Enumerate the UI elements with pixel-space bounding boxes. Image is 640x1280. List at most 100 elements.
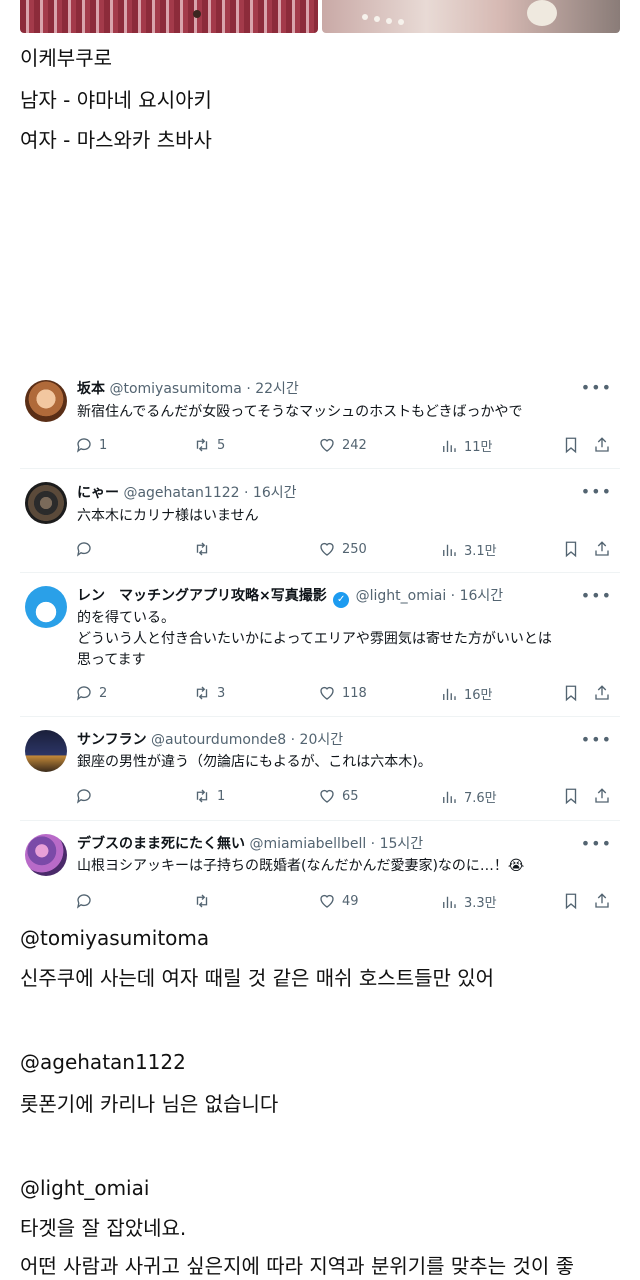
reply-icon (76, 686, 91, 701)
tweet-author-name[interactable]: 坂本 (77, 381, 105, 397)
reply-button[interactable] (75, 892, 99, 910)
tweet-time[interactable]: 22시간 (255, 381, 299, 397)
tweet-author-name[interactable]: デブスのまま死にたく無い (77, 836, 245, 852)
tweet-handle[interactable]: @miamiabellbell (249, 836, 366, 852)
share-button[interactable] (593, 787, 611, 805)
retweet-button[interactable]: 1 (193, 787, 225, 805)
like-button[interactable]: 65 (318, 787, 359, 805)
retweet-button[interactable]: 5 (193, 436, 225, 454)
more-options-icon[interactable]: ••• (581, 378, 612, 397)
reply-button[interactable] (75, 787, 99, 805)
tweet[interactable]: にゃー @agehatan1122 · 16시간 ••• 六本木にカリナ様はいま… (20, 470, 620, 573)
like-button[interactable]: 250 (318, 540, 367, 558)
heart-icon (320, 542, 334, 556)
reply-count: 2 (99, 685, 108, 701)
views-button[interactable]: 16만 (440, 684, 493, 703)
retweet-icon (196, 542, 208, 556)
night-tower-avatar[interactable] (25, 730, 67, 772)
tweet-author-name[interactable]: サンフラン (77, 732, 147, 748)
tweet-time[interactable]: 16시간 (460, 588, 504, 604)
translation-line: 타겟을 잘 잡았네요. (20, 1216, 187, 1240)
retweet-icon (196, 686, 208, 700)
views-button[interactable]: 3.1만 (440, 540, 497, 559)
more-options-icon[interactable]: ••• (581, 730, 612, 749)
retweet-count: 5 (217, 437, 226, 453)
retweet-button[interactable] (193, 540, 217, 558)
reply-icon (76, 789, 91, 804)
share-icon (595, 893, 609, 908)
like-count: 118 (342, 685, 367, 701)
translation-handle: @tomiyasumitoma (20, 926, 210, 950)
tweet-time[interactable]: 16시간 (253, 485, 297, 501)
tweet-actions: 1 5 242 11만 (75, 436, 615, 458)
screaming-face-avatar[interactable] (25, 380, 67, 422)
tweet-handle[interactable]: @tomiyasumitoma (109, 381, 241, 397)
tweet-actions: 250 3.1만 (75, 540, 615, 562)
tweet[interactable]: デブスのまま死にたく無い @miamiabellbell · 15시간 ••• … (20, 822, 620, 912)
share-button[interactable] (593, 436, 611, 454)
like-button[interactable]: 118 (318, 684, 367, 702)
photo-striped-suit (20, 0, 318, 33)
post-line-3: 여자 - 마스와카 츠바사 (20, 128, 212, 152)
dark-pattern-avatar[interactable] (25, 482, 67, 524)
views-chart-icon (443, 896, 456, 908)
photo-pearls-rose (322, 0, 620, 33)
retweet-button[interactable]: 3 (193, 684, 225, 702)
doraemon-avatar[interactable] (25, 586, 67, 628)
view-count: 3.3만 (464, 896, 497, 911)
bookmark-button[interactable] (562, 787, 580, 805)
bookmark-button[interactable] (562, 540, 580, 558)
share-icon (595, 437, 609, 452)
tweet-author-name[interactable]: レン マッチングアプリ攻略×写真撮影 (77, 588, 327, 604)
retweet-button[interactable] (193, 892, 217, 910)
like-button[interactable]: 49 (318, 892, 359, 910)
tweet-time[interactable]: 15시간 (380, 836, 424, 852)
tweet-text: 山根ヨシアッキーは子持ちの既婚者(なんだかんだ愛妻家)なのに…！😭 (77, 858, 525, 874)
share-button[interactable] (593, 540, 611, 558)
tweet-text: 的を得ている。 どういう人と付き合いたいかによってエリアや雰囲気は寄せた方がいい… (77, 610, 552, 668)
tweet[interactable]: レン マッチングアプリ攻略×写真撮影 ✓ @light_omiai · 16시간… (20, 574, 620, 717)
reply-button[interactable]: 2 (75, 684, 107, 702)
flower-bouquet-avatar[interactable] (25, 834, 67, 876)
like-count: 242 (342, 437, 367, 453)
bookmark-button[interactable] (562, 892, 580, 910)
more-options-icon[interactable]: ••• (581, 586, 612, 605)
like-button[interactable]: 242 (318, 436, 367, 454)
tweet-author-name[interactable]: にゃー (77, 485, 119, 501)
views-button[interactable]: 11만 (440, 436, 493, 455)
view-count: 3.1만 (464, 544, 497, 559)
share-icon (595, 685, 609, 700)
tweet-text: 新宿住んでるんだが女殴ってそうなマッシュのホストもどきばっかやで (77, 404, 523, 420)
share-button[interactable] (593, 892, 611, 910)
reply-count: 1 (99, 437, 108, 453)
bookmark-button[interactable] (562, 684, 580, 702)
share-button[interactable] (593, 684, 611, 702)
retweet-icon (196, 789, 208, 803)
more-options-icon[interactable]: ••• (581, 834, 612, 853)
reply-button[interactable]: 1 (75, 436, 107, 454)
post-line-2: 남자 - 야마네 요시아키 (20, 88, 212, 112)
views-button[interactable]: 7.6만 (440, 787, 497, 806)
tweet-handle[interactable]: @autourdumonde8 (151, 732, 286, 748)
bookmark-button[interactable] (562, 436, 580, 454)
tweet[interactable]: 坂本 @tomiyasumitoma · 22시간 ••• 新宿住んでるんだが女… (20, 366, 620, 469)
retweet-count: 3 (217, 685, 226, 701)
tweet-handle[interactable]: @agehatan1122 (123, 485, 239, 501)
reply-icon (76, 894, 91, 909)
tweet[interactable]: サンフラン @autourdumonde8 · 20시간 ••• 銀座の男性が違… (20, 718, 620, 821)
views-chart-icon (443, 440, 456, 452)
views-button[interactable]: 3.3만 (440, 892, 497, 911)
top-photo-strip (20, 0, 620, 33)
translation-line: 신주쿠에 사는데 여자 때릴 것 같은 매쉬 호스트들만 있어 (20, 966, 495, 990)
bookmark-icon (565, 893, 577, 910)
reply-button[interactable] (75, 540, 99, 558)
tweet-handle[interactable]: @light_omiai (356, 588, 447, 604)
bookmark-icon (565, 437, 577, 454)
reply-icon (76, 542, 91, 557)
share-icon (595, 788, 609, 803)
heart-icon (320, 438, 334, 452)
heart-icon (320, 894, 334, 908)
share-icon (595, 541, 609, 556)
more-options-icon[interactable]: ••• (581, 482, 612, 501)
tweet-time[interactable]: 20시간 (300, 732, 344, 748)
